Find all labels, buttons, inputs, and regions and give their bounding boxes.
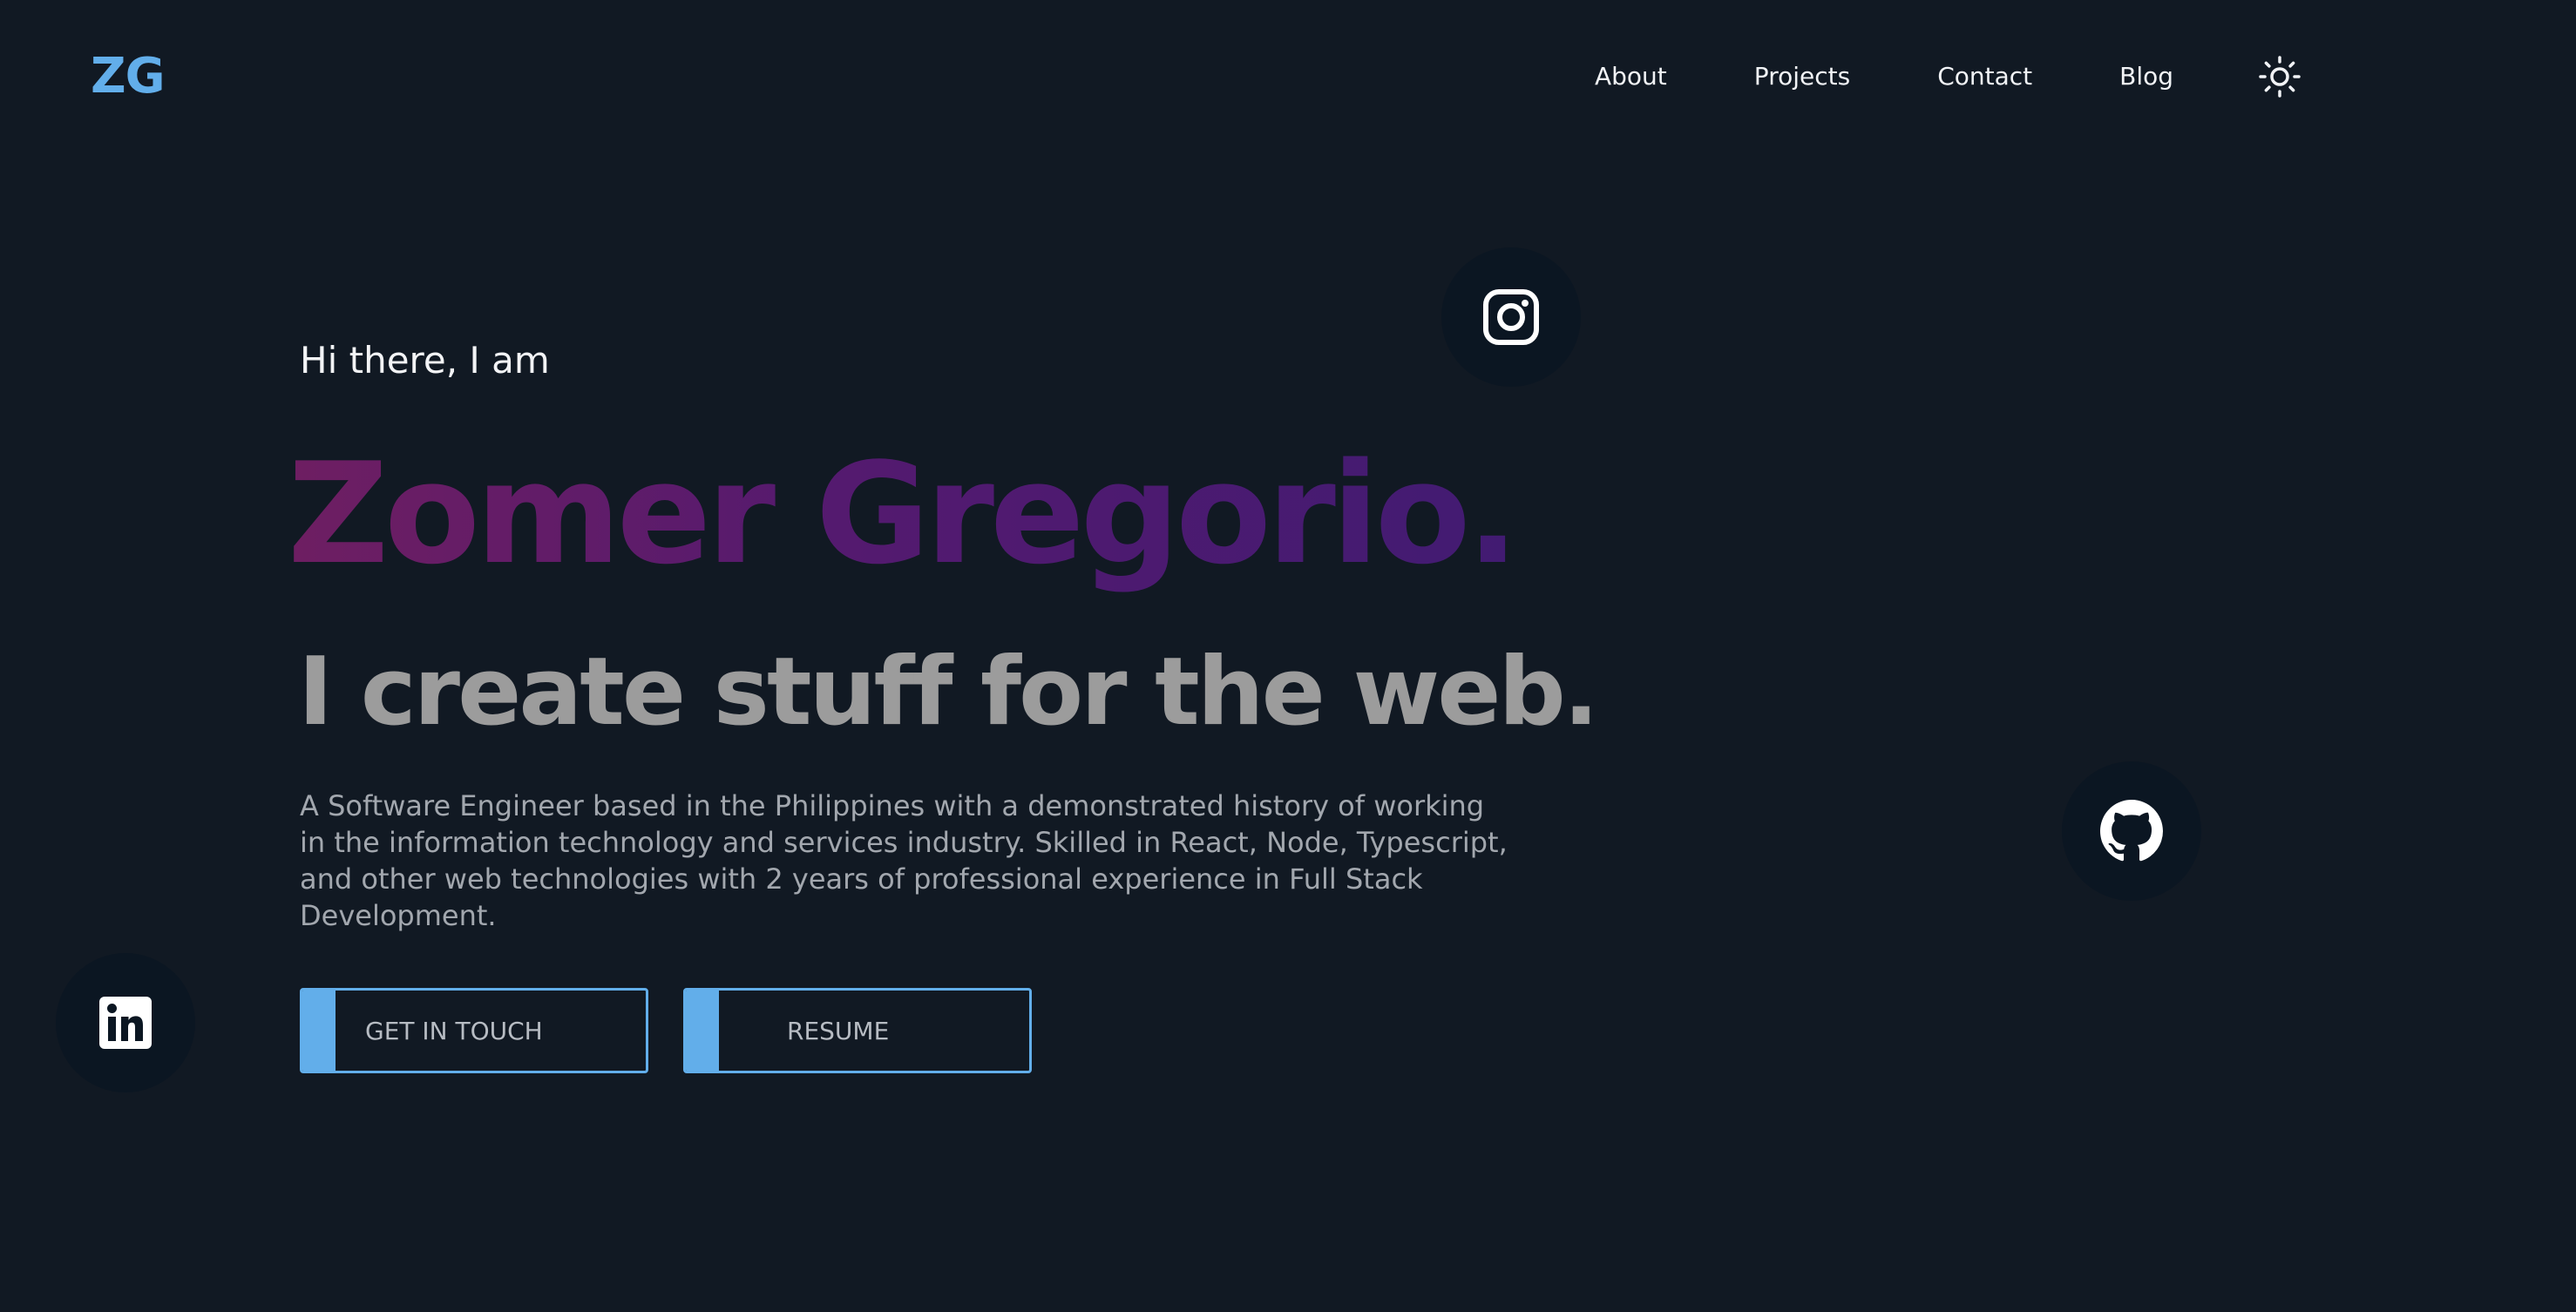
theme-toggle-button[interactable]: [2257, 54, 2302, 99]
linkedin-icon: [99, 997, 152, 1049]
logo[interactable]: ZG: [91, 45, 166, 108]
main-nav: About Projects Contact Blog: [1595, 54, 2302, 99]
github-icon: [2100, 800, 2163, 862]
greeting-text: Hi there, I am: [300, 339, 550, 382]
linkedin-link[interactable]: [56, 953, 195, 1092]
get-in-touch-button[interactable]: GET IN TOUCH: [300, 988, 648, 1073]
get-in-touch-label: GET IN TOUCH: [365, 1016, 543, 1045]
resume-button[interactable]: RESUME: [683, 988, 1032, 1073]
page: ZG About Projects Contact Blog Hi there,…: [0, 0, 2576, 1312]
nav-projects[interactable]: Projects: [1754, 57, 1850, 96]
hero-bio: A Software Engineer based in the Philipp…: [300, 789, 1508, 932]
button-accent-bar: [302, 991, 336, 1071]
github-link[interactable]: [2062, 761, 2201, 901]
button-accent-bar: [686, 991, 719, 1071]
nav-blog[interactable]: Blog: [2119, 57, 2173, 96]
instagram-icon: [1483, 289, 1539, 345]
hero-tagline: I create stuff for the web.: [298, 638, 1599, 747]
sun-icon: [2259, 56, 2301, 98]
hero-name: Zomer Gregorio.: [288, 427, 1519, 601]
nav-about[interactable]: About: [1595, 57, 1667, 96]
instagram-link[interactable]: [1441, 247, 1581, 387]
resume-label: RESUME: [787, 1016, 890, 1045]
nav-contact[interactable]: Contact: [1937, 57, 2032, 96]
